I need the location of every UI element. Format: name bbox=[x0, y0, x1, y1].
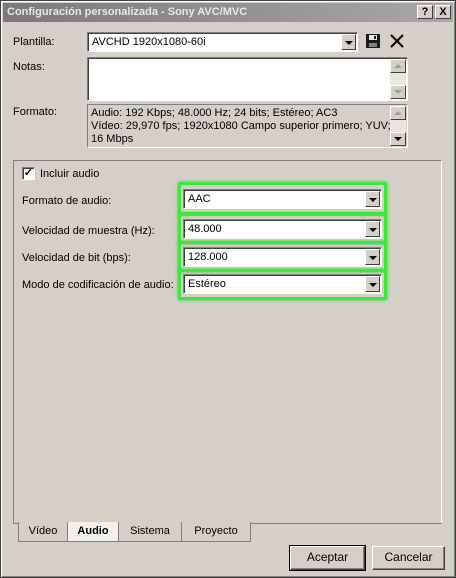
bit-rate-label: Velocidad de bit (bps): bbox=[22, 252, 131, 264]
chevron-down-icon[interactable] bbox=[341, 34, 356, 50]
scroll-down-icon[interactable] bbox=[390, 132, 406, 146]
audio-format-dropdown[interactable]: AAC bbox=[183, 189, 382, 209]
template-label: Plantilla: bbox=[13, 36, 55, 48]
bit-rate-dropdown[interactable]: 128.000 bbox=[183, 247, 382, 267]
chevron-down-icon[interactable] bbox=[365, 276, 380, 292]
title-bar[interactable]: Configuración personalizada - Sony AVC/M… bbox=[3, 3, 453, 22]
encoding-mode-label: Modo de codificación de audio: bbox=[22, 279, 174, 291]
window-title: Configuración personalizada - Sony AVC/M… bbox=[7, 6, 248, 18]
notes-label: Notas: bbox=[13, 61, 45, 73]
close-button[interactable]: X bbox=[435, 5, 451, 19]
scroll-down-icon[interactable] bbox=[390, 85, 406, 99]
scroll-up-icon[interactable] bbox=[390, 106, 406, 120]
tab-video[interactable]: Vídeo bbox=[18, 522, 68, 542]
format-label: Formato: bbox=[13, 106, 58, 118]
include-audio-checkbox[interactable]: ✓ bbox=[22, 167, 35, 180]
floppy-disk-icon[interactable] bbox=[365, 33, 381, 49]
tab-audio[interactable]: Audio bbox=[67, 522, 119, 542]
format-summary: Audio: 192 Kbps; 48.000 Hz; 24 bits; Est… bbox=[87, 104, 408, 148]
chevron-down-icon[interactable] bbox=[365, 191, 380, 207]
template-value: AVCHD 1920x1080-60i bbox=[92, 36, 206, 48]
format-line: Vídeo: 29,970 fps; 1920x1080 Campo super… bbox=[91, 120, 391, 132]
audio-format-value: AAC bbox=[188, 193, 211, 205]
checkmark-icon: ✓ bbox=[23, 167, 34, 179]
format-scrollbar[interactable] bbox=[390, 106, 406, 146]
bit-rate-value: 128.000 bbox=[188, 251, 228, 263]
chevron-down-icon[interactable] bbox=[365, 249, 380, 265]
sample-rate-label: Velocidad de muestra (Hz): bbox=[22, 225, 155, 237]
tab-sistema[interactable]: Sistema bbox=[118, 522, 182, 542]
encoding-mode-dropdown[interactable]: Estéreo bbox=[183, 274, 382, 294]
cancel-button[interactable]: Cancelar bbox=[372, 546, 445, 570]
accept-button[interactable]: Aceptar bbox=[289, 545, 366, 571]
notes-textarea[interactable] bbox=[87, 57, 408, 101]
sample-rate-dropdown[interactable]: 48.000 bbox=[183, 219, 382, 239]
include-audio-label[interactable]: Incluir audio bbox=[40, 168, 99, 180]
audio-format-label: Formato de audio: bbox=[22, 195, 112, 207]
template-dropdown[interactable]: AVCHD 1920x1080-60i bbox=[87, 32, 358, 52]
scroll-up-icon[interactable] bbox=[390, 59, 406, 73]
tab-proyecto[interactable]: Proyecto bbox=[181, 522, 251, 542]
encoding-mode-value: Estéreo bbox=[188, 278, 226, 290]
format-line: 16 Mbps bbox=[91, 133, 134, 145]
dialog-window: Configuración personalizada - Sony AVC/M… bbox=[0, 0, 456, 578]
chevron-down-icon[interactable] bbox=[365, 221, 380, 237]
help-button[interactable]: ? bbox=[417, 5, 433, 19]
notes-scrollbar[interactable] bbox=[390, 59, 406, 99]
delete-x-icon[interactable] bbox=[389, 33, 405, 49]
sample-rate-value: 48.000 bbox=[188, 223, 222, 235]
format-line: Audio: 192 Kbps; 48.000 Hz; 24 bits; Est… bbox=[91, 107, 338, 119]
